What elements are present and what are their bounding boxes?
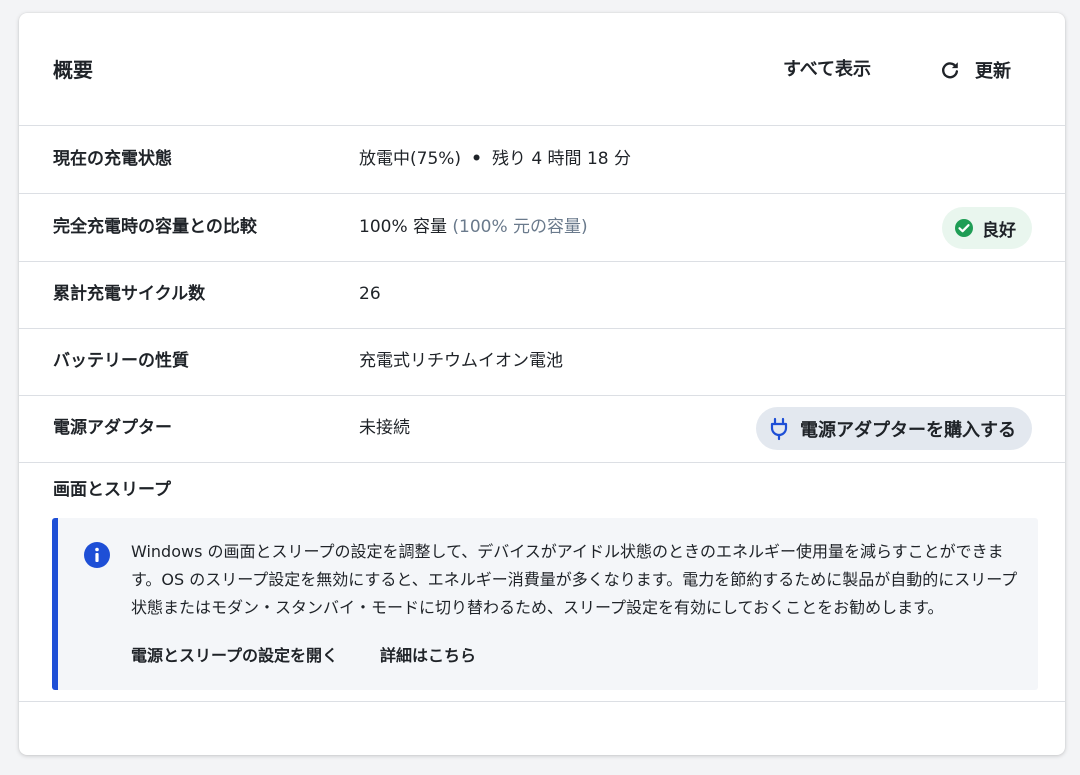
page-title: 概要 <box>53 58 93 82</box>
show-all-link[interactable]: すべて表示 <box>783 57 871 83</box>
battery-type-row: バッテリーの性質 充電式リチウムイオン電池 <box>19 328 1065 396</box>
buy-adapter-label: 電源アダプターを購入する <box>800 419 1016 441</box>
sleep-info-box: Windows の画面とスリープの設定を調整して、デバイスがアイドル状態のときの… <box>52 518 1038 690</box>
original-capacity: (100% 元の容量) <box>452 217 588 237</box>
open-power-sleep-settings-link[interactable]: 電源とスリープの設定を開く <box>131 644 338 668</box>
refresh-icon <box>942 62 959 79</box>
capacity-row: 完全充電時の容量との比較 100% 容量 (100% 元の容量) 良好 <box>19 194 1065 262</box>
cycle-count-label: 累計充電サイクル数 <box>53 284 206 304</box>
power-adapter-label: 電源アダプター <box>53 418 172 438</box>
cycle-count-row: 累計充電サイクル数 26 <box>19 261 1065 329</box>
refresh-button[interactable]: 更新 <box>939 57 1011 83</box>
time-remaining: 残り 4 時間 18 分 <box>491 149 632 169</box>
sleep-info-text: Windows の画面とスリープの設定を調整して、デバイスがアイドル状態のときの… <box>131 542 1018 617</box>
power-adapter-value: 未接続 <box>359 418 410 438</box>
learn-more-link[interactable]: 詳細はこちら <box>380 644 476 668</box>
capacity-percent: 100% 容量 <box>359 217 448 237</box>
sleep-section-title: 画面とスリープ <box>53 480 171 500</box>
divider <box>19 701 1065 702</box>
battery-summary-card: 概要 すべて表示 更新 現在の充電状態 放電中(75%) • 残り 4 時間 18 … <box>19 13 1065 755</box>
plug-icon <box>770 417 788 440</box>
capacity-value: 100% 容量 (100% 元の容量) <box>359 194 588 261</box>
status-badge: 良好 <box>942 207 1032 249</box>
charge-status-value: 放電中(75%) • 残り 4 時間 18 分 <box>359 126 631 193</box>
charge-percent: 放電中(75%) <box>359 149 462 169</box>
card-header: 概要 すべて表示 更新 <box>19 13 1065 126</box>
refresh-label: 更新 <box>975 61 1011 82</box>
buy-adapter-button[interactable]: 電源アダプターを購入する <box>756 407 1032 450</box>
cycle-count-value: 26 <box>359 284 381 304</box>
power-adapter-row: 電源アダプター 未接続 電源アダプターを購入する <box>19 395 1065 463</box>
charge-status-row: 現在の充電状態 放電中(75%) • 残り 4 時間 18 分 <box>19 126 1065 194</box>
info-icon <box>84 542 110 568</box>
charge-status-label: 現在の充電状態 <box>53 149 172 169</box>
check-circle-icon <box>955 219 973 237</box>
battery-type-value: 充電式リチウムイオン電池 <box>359 351 563 371</box>
sleep-info-links: 電源とスリープの設定を開く 詳細はこちら <box>131 644 518 668</box>
battery-type-label: バッテリーの性質 <box>53 351 189 371</box>
separator-dot: • <box>471 149 482 169</box>
status-badge-label: 良好 <box>982 220 1016 241</box>
capacity-label: 完全充電時の容量との比較 <box>53 217 257 237</box>
